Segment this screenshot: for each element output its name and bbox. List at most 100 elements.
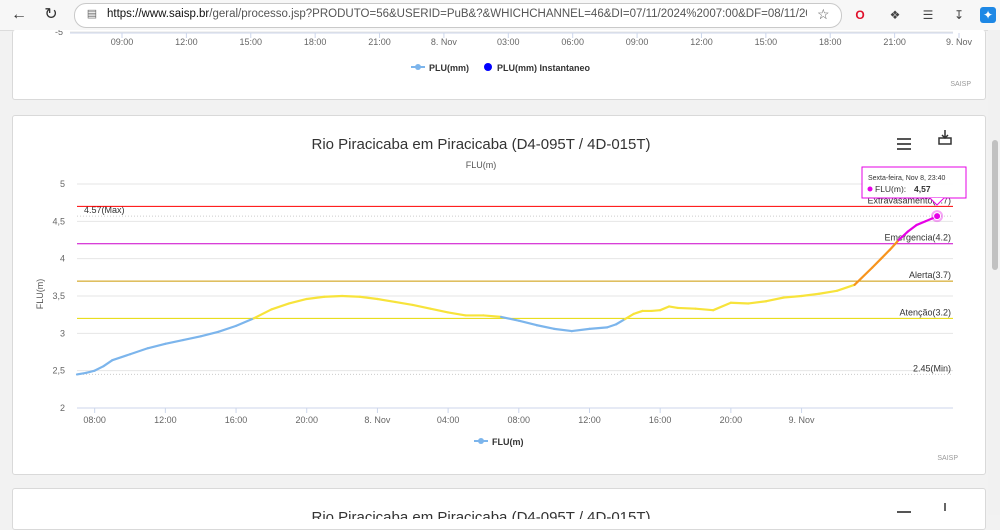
y-tick-label: 2,5 <box>52 366 65 376</box>
top-x-tick: 21:00 <box>883 37 906 47</box>
back-arrow-icon[interactable]: ← <box>10 6 28 24</box>
x-tick-label: 08:00 <box>83 415 106 425</box>
series-segment <box>835 283 856 292</box>
tooltip-date: Sexta-feira, Nov 8, 23:40 <box>868 175 946 182</box>
series-segment <box>305 295 326 301</box>
series-segment <box>915 220 927 227</box>
x-tick-label: 16:00 <box>225 415 248 425</box>
x-tick-label: 08:00 <box>508 415 531 425</box>
hamburger-menu-icon[interactable] <box>897 138 911 150</box>
browser-toolbar: ← ↻ ▤ https://www.saisp.br/geral/process… <box>0 0 1000 31</box>
series-segment <box>614 318 626 326</box>
series-segment <box>765 296 785 303</box>
series-segment <box>853 266 874 286</box>
series-segment <box>411 303 432 310</box>
series-segment <box>146 342 167 350</box>
series-segment <box>632 309 644 316</box>
top-x-tick: 03:00 <box>497 37 520 47</box>
main-chart: Rio Piracicaba em Piracicaba (D4-095T / … <box>35 130 967 462</box>
x-tick-label: 12:00 <box>154 415 177 425</box>
top-legend-item-2[interactable]: PLU(mm) Instantaneo <box>484 63 591 73</box>
top-x-tick: 15:00 <box>240 37 263 47</box>
downloads-icon[interactable]: ↧ <box>951 7 967 23</box>
series-segment <box>358 295 379 301</box>
tooltip-value: 4,57 <box>914 184 931 194</box>
address-bar[interactable]: ▤ https://www.saisp.br/geral/processo.js… <box>74 3 842 28</box>
download-icon[interactable] <box>938 130 952 145</box>
top-x-tick: 12:00 <box>690 37 713 47</box>
top-x-tick: 21:00 <box>368 37 391 47</box>
top-x-tick: 18:00 <box>819 37 842 47</box>
top-x-tick: 06:00 <box>561 37 584 47</box>
reload-icon[interactable]: ↻ <box>42 6 60 24</box>
series-segment <box>252 308 273 320</box>
bottom-menu-icon[interactable] <box>897 511 911 513</box>
series-segment <box>694 307 715 312</box>
series-segment <box>871 257 883 269</box>
top-chart-card: -5 09:00 12:00 15:00 18:00 21:00 8. Nov 03:00 0… <box>12 27 986 100</box>
x-tick-label: 12:00 <box>578 415 601 425</box>
hovered-point[interactable] <box>933 212 942 221</box>
site-info-icon[interactable]: ▤ <box>85 7 99 21</box>
series-segment <box>606 323 618 329</box>
series-segment <box>111 353 132 362</box>
bottom-chart-title: Rio Piracicaba em Piracicaba (D4-095T / … <box>311 509 650 519</box>
main-chart-card: Rio Piracicaba em Piracicaba (D4-095T / … <box>12 115 986 475</box>
top-y-tick: -5 <box>55 30 63 37</box>
series-segment <box>676 306 697 310</box>
y-tick-label: 4 <box>60 254 65 264</box>
series-segment <box>287 297 308 305</box>
series-segment <box>659 305 671 312</box>
x-tick-label: 20:00 <box>720 415 743 425</box>
series-segment <box>217 324 238 333</box>
top-x-tick: 18:00 <box>304 37 327 47</box>
x-tick-label: 9. Nov <box>789 415 816 425</box>
top-legend-label-1: PLU(mm) <box>429 63 469 73</box>
series-segment <box>588 326 609 330</box>
series-segment <box>650 309 662 313</box>
series-segment <box>270 302 291 311</box>
series-segment <box>323 294 344 298</box>
series-segment <box>102 359 114 368</box>
top-chart: -5 09:00 12:00 15:00 18:00 21:00 8. Nov 03:00 0… <box>55 27 973 88</box>
top-x-tick: 09:00 <box>111 37 134 47</box>
page-scrollbar[interactable] <box>988 30 1000 515</box>
chart-subtitle: FLU(m) <box>466 160 497 170</box>
threshold-label: Atenção(3.2) <box>899 307 951 317</box>
top-legend-item-1[interactable]: PLU(mm) <box>411 63 469 73</box>
scrollbar-thumb[interactable] <box>992 140 998 270</box>
series-segment <box>712 301 732 312</box>
top-legend-label-2: PLU(mm) Instantaneo <box>497 63 591 73</box>
series-segment <box>570 327 591 333</box>
legend-item-flu[interactable]: FLU(m) <box>474 437 524 447</box>
series-segment <box>535 324 556 330</box>
series-segment <box>128 347 149 356</box>
top-credit[interactable]: SAISP <box>950 81 971 88</box>
x-tick-label: 16:00 <box>649 415 672 425</box>
series-segment <box>393 300 414 307</box>
top-x-tick: 12:00 <box>175 37 198 47</box>
series-segment <box>906 223 918 233</box>
series-segment <box>482 314 503 319</box>
opera-extension-icon[interactable]: O <box>852 7 868 23</box>
series-segment <box>553 327 573 333</box>
chart-credit[interactable]: SAISP <box>937 455 958 462</box>
bottom-chart-card: Rio Piracicaba em Piracicaba (D4-095T / … <box>12 488 986 530</box>
y-tick-label: 4,5 <box>52 216 65 226</box>
series-segment <box>782 294 803 299</box>
series-segment <box>199 330 220 338</box>
top-x-tick: 15:00 <box>755 37 778 47</box>
legend-label: FLU(m) <box>492 437 524 447</box>
y-axis-label: FLU(m) <box>35 279 45 310</box>
extensions-puzzle-icon[interactable]: ❖ <box>887 7 903 23</box>
y-tick-label: 3 <box>60 328 65 338</box>
chart-title: Rio Piracicaba em Piracicaba (D4-095T / … <box>311 136 650 153</box>
copilot-icon[interactable]: ✦ <box>980 7 996 23</box>
x-tick-label: 04:00 <box>437 415 460 425</box>
series-segment <box>93 365 105 372</box>
url-text: https://www.saisp.br/geral/processo.jsp?… <box>107 8 807 20</box>
y-tick-label: 3,5 <box>52 291 65 301</box>
favorites-list-icon[interactable]: ☰ <box>920 7 936 23</box>
bookmark-star-icon[interactable]: ☆ <box>817 6 830 23</box>
x-tick-label: 8. Nov <box>364 415 391 425</box>
